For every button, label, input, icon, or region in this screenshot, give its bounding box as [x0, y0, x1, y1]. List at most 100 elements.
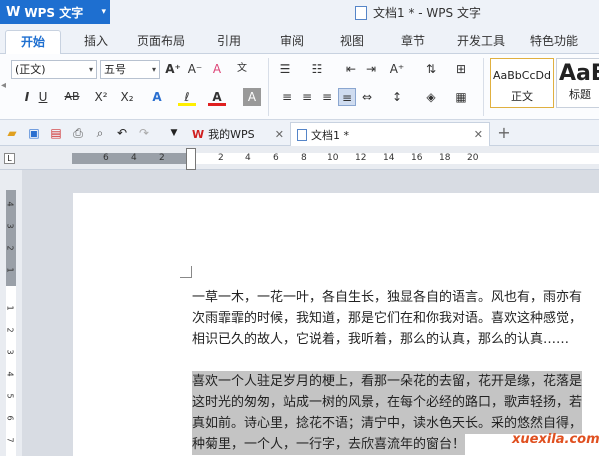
sort-icon[interactable]: ⇅: [422, 60, 440, 78]
align-right-icon[interactable]: ≡: [318, 88, 336, 106]
subscript-icon[interactable]: X₂: [118, 88, 136, 106]
redo-icon[interactable]: ↷: [136, 125, 152, 141]
font-size-value: 五号: [104, 63, 126, 76]
wps-logo-icon: W: [6, 4, 21, 20]
font-name-select[interactable]: (正文) ▾: [11, 60, 97, 79]
app-name: WPS 文字: [24, 5, 84, 20]
tab-insert[interactable]: 插入: [84, 32, 108, 49]
tab-section[interactable]: 章节: [401, 32, 425, 49]
tab-page-layout[interactable]: 页面布局: [137, 32, 185, 49]
tab-stop-icon[interactable]: L: [4, 153, 15, 164]
chevron-down-icon[interactable]: ▼: [166, 125, 182, 141]
ribbon-divider: [268, 58, 269, 116]
shrink-font-icon[interactable]: A⁻: [186, 60, 204, 78]
print-preview-icon[interactable]: ⌕: [92, 125, 108, 141]
superscript-icon[interactable]: X²: [92, 88, 110, 106]
tab-developer[interactable]: 开发工具: [457, 32, 505, 49]
distribute-icon[interactable]: ⇔: [358, 88, 376, 106]
ruler-number: 10: [327, 153, 339, 163]
ruler-number: 3: [5, 349, 15, 355]
numbered-list-icon[interactable]: ☷: [308, 60, 326, 78]
table-icon[interactable]: ⊞: [452, 60, 470, 78]
doc-tab-my-wps[interactable]: W 我的WPS ✕: [186, 122, 288, 146]
doc-tab-document1[interactable]: 文档1 * ✕: [290, 122, 490, 146]
ruler-number: 2: [5, 245, 15, 251]
style-heading[interactable]: AaB 标题: [556, 58, 599, 108]
highlight-icon[interactable]: ℓ: [178, 88, 196, 106]
font-name-value: (正文): [15, 63, 46, 76]
text-effect-icon[interactable]: A: [148, 88, 166, 106]
paragraph-line: 次雨霏霏的时候，我知道，那是它们在和你我对语。喜欢这种感觉，: [192, 311, 583, 326]
justify-icon[interactable]: ≡: [338, 88, 356, 106]
ruler-number: 2: [218, 153, 224, 163]
save-icon[interactable]: ▣: [26, 125, 42, 141]
line-spacing-icon[interactable]: ↕: [388, 88, 406, 106]
document-icon: [355, 5, 367, 20]
ruler-number: 8: [301, 153, 307, 163]
ruler-number: 18: [439, 153, 451, 163]
ruler-text-area: [190, 153, 599, 164]
ruler-number: 1: [5, 305, 15, 311]
chevron-down-icon: ▾: [101, 7, 106, 17]
char-shading-icon[interactable]: A: [243, 88, 261, 106]
align-left-icon[interactable]: ≡: [278, 88, 296, 106]
style-normal[interactable]: AaBbCcDd 正文: [490, 58, 554, 108]
style-preview: AaB: [559, 61, 599, 86]
window-title-text: 文档1 * - WPS 文字: [373, 6, 481, 20]
tab-view[interactable]: 视图: [340, 32, 364, 49]
underline-icon[interactable]: U: [34, 88, 52, 106]
selected-line: 真如前。诗心里，捻花不语；清宁中，读水色天长。采的悠然自得，: [192, 413, 583, 434]
font-color-icon[interactable]: A: [208, 88, 226, 106]
empty-line: [192, 350, 599, 371]
ruler-number: 2: [5, 327, 15, 333]
ruler-number: 2: [159, 153, 165, 163]
ruler-number: 6: [5, 415, 15, 421]
ruler-number: 20: [467, 153, 479, 163]
export-pdf-icon[interactable]: ▤: [48, 125, 64, 141]
document-body[interactable]: 一草一木，一花一叶，各自生长，独显各自的语言。风也有，雨亦有 次雨霏霏的时候，我…: [192, 287, 599, 455]
ribbon-left-arrow-icon[interactable]: ◂: [1, 80, 6, 91]
undo-icon[interactable]: ↶: [114, 125, 130, 141]
print-icon[interactable]: ⎙: [70, 125, 86, 141]
ruler-number: 6: [103, 153, 109, 163]
style-label: 标题: [569, 88, 591, 101]
ruler-number: 12: [355, 153, 367, 163]
chevron-down-icon: ▾: [88, 65, 93, 74]
ruler-number: 6: [273, 153, 279, 163]
selected-line: 喜欢一个人驻足岁月的梗上，看那一朵花的去留，花开是缘，花落是: [192, 371, 583, 392]
shading-icon[interactable]: ◈: [422, 88, 440, 106]
tab-review[interactable]: 审阅: [280, 32, 304, 49]
align-center-icon[interactable]: ≡: [298, 88, 316, 106]
strikethrough-icon[interactable]: AB: [60, 88, 84, 106]
open-folder-icon[interactable]: ▰: [4, 125, 20, 141]
document-icon: [297, 128, 307, 141]
indent-marker-icon[interactable]: [186, 148, 196, 170]
app-menu-button[interactable]: W WPS 文字 ▾: [0, 0, 110, 24]
chevron-down-icon: ▾: [151, 65, 156, 74]
font-size-select[interactable]: 五号 ▾: [100, 60, 160, 79]
new-tab-icon[interactable]: +: [496, 125, 512, 141]
phonetic-guide-icon[interactable]: 文: [233, 60, 251, 78]
ruler-number: 16: [411, 153, 423, 163]
doc-tab-label: 文档1 *: [311, 128, 349, 142]
change-case-icon[interactable]: A⁺: [388, 60, 406, 78]
close-icon[interactable]: ✕: [275, 128, 284, 141]
increase-indent-icon[interactable]: ⇥: [362, 60, 380, 78]
close-icon[interactable]: ✕: [474, 128, 483, 141]
clear-format-icon[interactable]: A: [208, 60, 226, 78]
style-label: 正文: [511, 90, 533, 103]
bullet-list-icon[interactable]: ☰: [276, 60, 294, 78]
ribbon-tab-bar: 开始 插入 页面布局 引用 审阅 视图 章节 开发工具 特色功能: [0, 24, 599, 54]
tab-references[interactable]: 引用: [217, 32, 241, 49]
tab-home[interactable]: 开始: [5, 30, 61, 54]
paragraph-line: 一草一木，一花一叶，各自生长，独显各自的语言。风也有，雨亦有: [192, 290, 583, 305]
tab-features[interactable]: 特色功能: [530, 32, 578, 49]
borders-icon[interactable]: ▦: [452, 88, 470, 106]
ruler-number: 4: [245, 153, 251, 163]
doc-tab-label: 我的WPS: [208, 128, 255, 141]
ruler-number: 7: [5, 437, 15, 443]
decrease-indent-icon[interactable]: ⇤: [342, 60, 360, 78]
ruler-number: 4: [5, 371, 15, 377]
grow-font-icon[interactable]: A⁺: [164, 60, 182, 78]
ruler-number: 1: [5, 267, 15, 273]
